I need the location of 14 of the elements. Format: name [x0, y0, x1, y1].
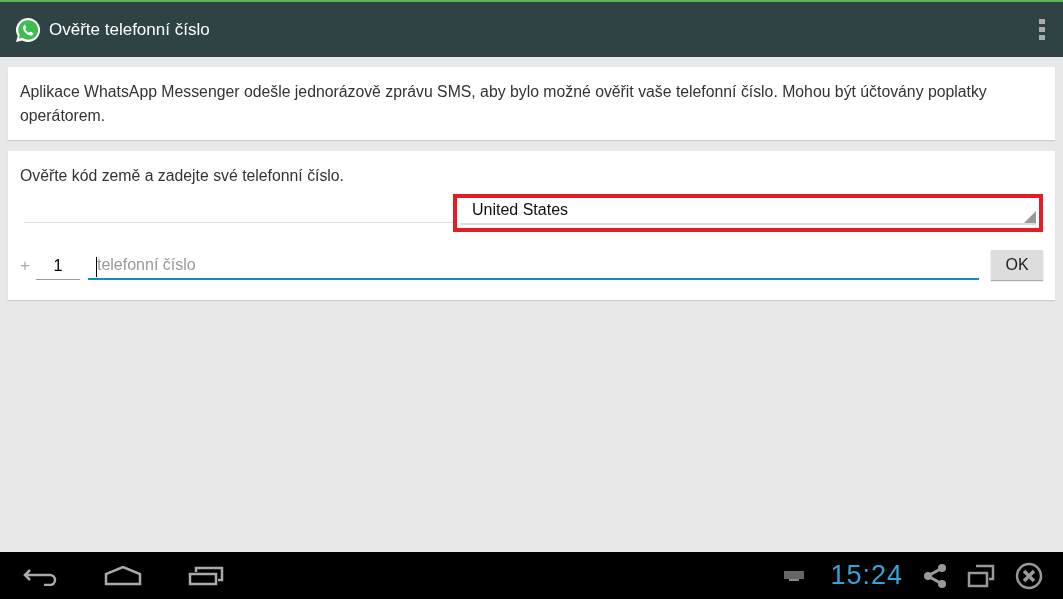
close-icon[interactable]: [1015, 561, 1043, 590]
chat-phone-icon: [14, 15, 42, 44]
notice-text: Aplikace WhatsApp Messenger odešle jednorázově zprávu SMS, aby bylo možné ověřit vaše telefonní číslo. Mohou být účtovány poplatky operátorem.: [20, 82, 988, 126]
screens-icon[interactable]: [967, 563, 995, 588]
screen-title: Ověřte telefonní číslo: [49, 19, 210, 40]
instruction-text: Ověřte kód země a zadejte své telefonní číslo.: [20, 166, 345, 186]
country-dropdown[interactable]: United States: [460, 201, 1036, 225]
plus-sign: +: [20, 256, 30, 277]
share-icon[interactable]: [923, 563, 947, 588]
recent-apps-icon[interactable]: [188, 565, 224, 586]
keyboard-icon[interactable]: [784, 570, 805, 581]
clock: 15:24: [830, 560, 903, 591]
ok-button[interactable]: OK: [991, 250, 1043, 280]
home-icon[interactable]: [104, 565, 142, 586]
